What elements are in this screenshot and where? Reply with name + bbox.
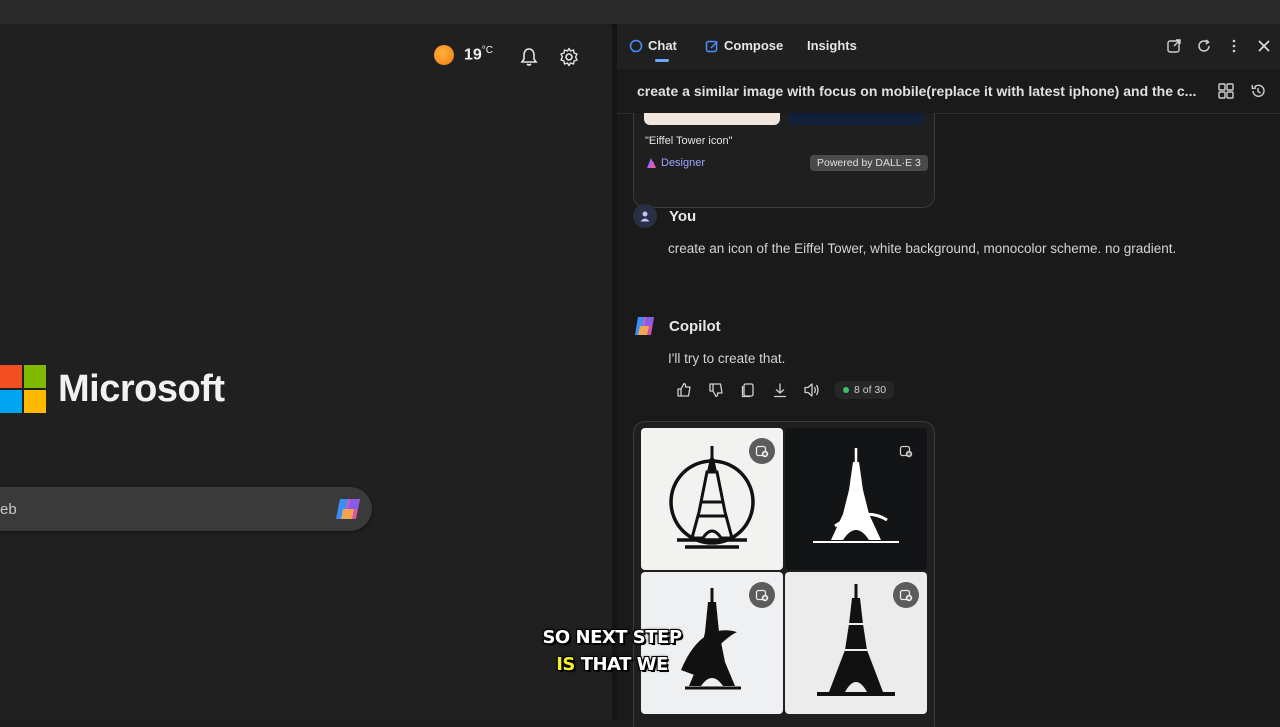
generated-images-grid <box>633 421 935 727</box>
tab-insights-label: Insights <box>807 38 857 53</box>
copilot-sidebar: Chat Compose Insights create a similar i… <box>617 24 1280 727</box>
web-search-bar[interactable]: eb <box>0 487 372 531</box>
response-counter: 8 of 30 <box>835 381 895 399</box>
thumbs-down-icon[interactable] <box>707 381 725 399</box>
user-message-text: create an icon of the Eiffel Tower, whit… <box>668 241 1177 256</box>
speaker-icon[interactable] <box>803 381 821 399</box>
thumbs-up-icon[interactable] <box>675 381 693 399</box>
conversation-title[interactable]: create a similar image with focus on mob… <box>637 83 1203 99</box>
designer-icon <box>647 158 656 168</box>
counter-text: 8 of 30 <box>854 384 887 396</box>
save-to-collection-icon[interactable] <box>893 438 919 464</box>
generated-image[interactable] <box>785 572 927 714</box>
user-name: You <box>669 207 697 225</box>
microsoft-grid-icon <box>0 365 46 413</box>
generated-image[interactable] <box>785 428 927 570</box>
copilot-icon <box>635 317 654 335</box>
conversation-header: create a similar image with focus on mob… <box>617 69 1280 114</box>
tab-insights[interactable]: Insights <box>807 38 857 53</box>
browser-top-strip <box>0 0 1280 24</box>
sidebar-tabs: Chat Compose Insights <box>617 24 1280 69</box>
user-message-header: You <box>633 204 696 228</box>
subtitle-rest: THAT WE <box>580 654 669 675</box>
copilot-name: Copilot <box>669 317 721 335</box>
close-icon[interactable] <box>1253 35 1275 57</box>
active-tab-indicator <box>655 59 669 62</box>
previous-image-card: "Eiffel Tower icon" Designer Powered by … <box>633 113 935 208</box>
history-icon[interactable] <box>1247 80 1269 102</box>
video-subtitle: SO NEXT STEP IS THAT WE <box>538 624 686 678</box>
copilot-message-text: I'll try to create that. <box>668 351 786 366</box>
compose-icon <box>705 40 719 52</box>
previous-thumbnail[interactable] <box>788 113 924 125</box>
open-in-new-icon[interactable] <box>1163 35 1185 57</box>
powered-by-badge: Powered by DALL·E 3 <box>810 155 928 171</box>
subtitle-highlight: IS <box>556 654 575 675</box>
user-avatar-icon <box>633 204 657 228</box>
save-to-collection-icon[interactable] <box>893 582 919 608</box>
temperature: 19°C <box>464 45 494 64</box>
plugins-icon[interactable] <box>1215 80 1237 102</box>
message-actions: 8 of 30 <box>675 381 895 399</box>
brand-name: Microsoft <box>58 367 225 410</box>
sun-icon <box>434 45 454 65</box>
more-options-icon[interactable] <box>1223 35 1245 57</box>
tab-compose[interactable]: Compose <box>705 38 783 53</box>
copilot-message-header: Copilot <box>633 314 721 338</box>
microsoft-logo: Microsoft <box>0 365 225 413</box>
image-caption: "Eiffel Tower icon" <box>645 135 733 147</box>
tab-chat[interactable]: Chat <box>629 38 677 62</box>
tab-compose-label: Compose <box>724 38 784 53</box>
subtitle-line-2: IS THAT WE <box>538 651 686 678</box>
tab-chat-label: Chat <box>648 38 677 53</box>
save-to-collection-icon[interactable] <box>749 438 775 464</box>
copilot-icon[interactable] <box>334 495 364 523</box>
copy-icon[interactable] <box>739 381 757 399</box>
search-placeholder: eb <box>0 501 17 518</box>
save-to-collection-icon[interactable] <box>749 582 775 608</box>
weather-widget[interactable]: 19°C <box>434 45 493 65</box>
designer-label: Designer <box>661 157 706 169</box>
pane-divider[interactable] <box>612 24 617 720</box>
download-icon[interactable] <box>771 381 789 399</box>
status-dot <box>843 387 849 393</box>
subtitle-line-1: SO NEXT STEP <box>542 627 682 648</box>
generated-image[interactable] <box>641 428 783 570</box>
designer-link[interactable]: Designer <box>645 157 705 169</box>
previous-thumbnail[interactable] <box>644 113 780 125</box>
bell-icon[interactable] <box>518 46 540 68</box>
gear-icon[interactable] <box>558 46 580 68</box>
chat-icon <box>629 39 643 52</box>
refresh-icon[interactable] <box>1193 35 1215 57</box>
